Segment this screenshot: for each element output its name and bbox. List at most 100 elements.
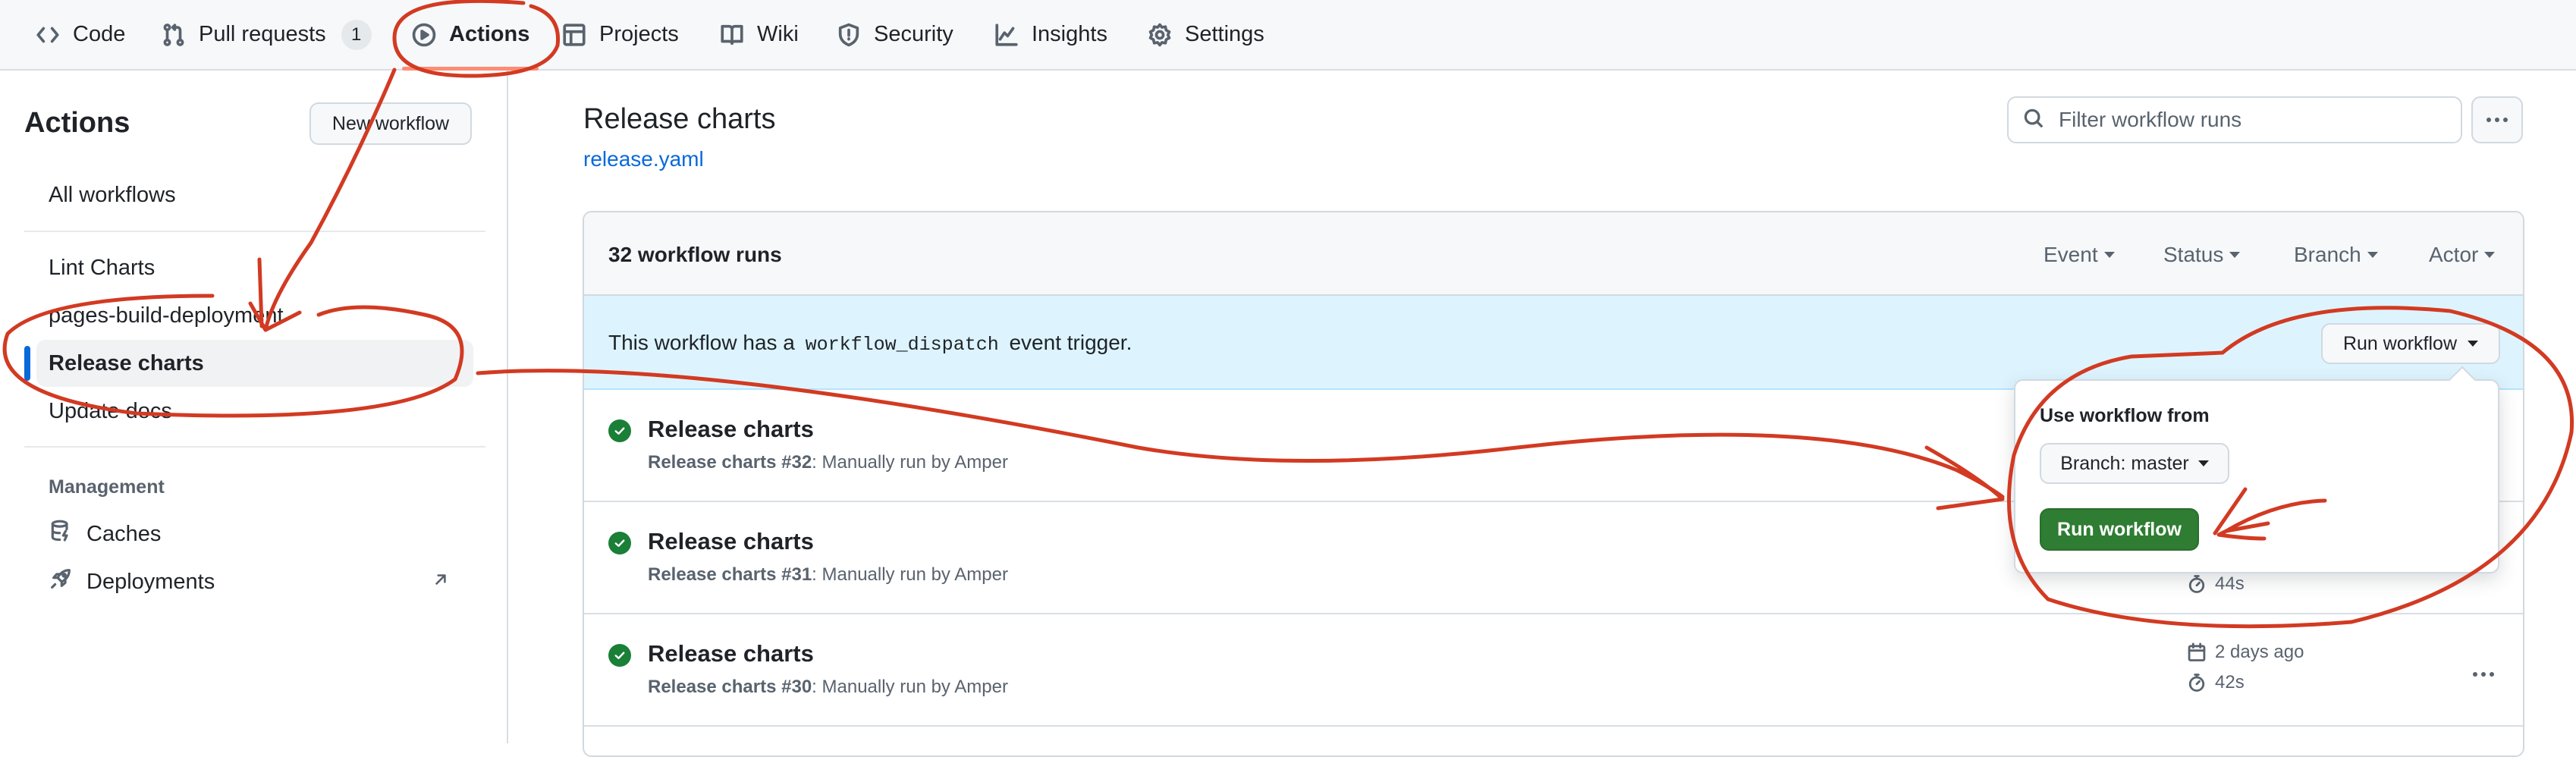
run-duration: 44s: [2186, 573, 2245, 595]
run-detail: : Manually run by Amper: [812, 677, 1008, 697]
table-icon: [561, 22, 587, 48]
use-workflow-from-label: Use workflow from: [2040, 405, 2210, 426]
graph-icon: [994, 22, 1019, 48]
run-detail: : Manually run by Amper: [812, 564, 1008, 585]
kebab-horizontal-icon: [2486, 118, 2491, 122]
sidebar-item-caches[interactable]: Caches: [36, 510, 473, 558]
caret-down-icon: [2229, 252, 2241, 258]
workflow-menu-button[interactable]: [2471, 96, 2523, 143]
sidebar-item-lint-charts[interactable]: Lint Charts: [36, 244, 473, 291]
workflow-title: Release charts: [583, 103, 776, 135]
sidebar-item-update-docs[interactable]: Update docs: [36, 388, 473, 435]
search-icon: [2022, 107, 2045, 133]
kebab-dot: [2481, 672, 2486, 677]
play-icon: [411, 22, 437, 48]
run-workflow-submit-button[interactable]: Run workflow: [2040, 508, 2199, 551]
sidebar-divider: [24, 231, 485, 232]
pull-requests-counter: 1: [341, 19, 372, 50]
run-subtitle: Release charts #30: Manually run by Ampe…: [648, 677, 1008, 698]
tab-label: Insights: [1032, 22, 1107, 46]
git-pull-request-icon: [161, 22, 187, 48]
run-title[interactable]: Release charts: [648, 528, 814, 555]
kebab-dot: [2503, 118, 2508, 122]
tab-settings[interactable]: Settings: [1147, 0, 1264, 69]
runs-count: 32 workflow runs: [608, 243, 782, 266]
stopwatch-icon: [2188, 674, 2205, 692]
tab-actions[interactable]: Actions: [401, 0, 539, 71]
tab-insights[interactable]: Insights: [994, 0, 1107, 69]
rocket-icon: [49, 567, 73, 597]
run-workflow-dropdown-button[interactable]: Run workflow: [2321, 323, 2500, 364]
banner-code: workflow_dispatch: [805, 334, 999, 356]
filter-label: Event: [2044, 243, 2098, 266]
kebab-dot: [2495, 118, 2499, 122]
gear-icon: [1147, 22, 1173, 48]
tab-pull-requests[interactable]: Pull requests 1: [161, 0, 372, 69]
tab-label: Security: [874, 22, 953, 46]
repo-nav: Code Pull requests 1 Actions Projects Wi…: [0, 0, 2576, 71]
caret-down-icon: [2197, 460, 2209, 466]
shield-icon: [836, 22, 862, 48]
sidebar-item-all-workflows[interactable]: All workflows: [36, 171, 473, 218]
workflow-file-link[interactable]: release.yaml: [583, 147, 704, 171]
filter-label: Status: [2163, 243, 2224, 266]
run-number: #32: [781, 452, 812, 473]
run-date: 2 days ago: [2186, 642, 2304, 663]
banner-text-after: event trigger.: [1009, 331, 1132, 354]
success-check-icon: [608, 532, 631, 554]
banner-text-before: This workflow has a: [608, 331, 795, 354]
sidebar-item-release-charts[interactable]: Release charts: [36, 340, 473, 387]
sidebar-item-label: Caches: [86, 521, 162, 546]
run-title[interactable]: Release charts: [648, 416, 814, 443]
run-menu-button[interactable]: [2468, 667, 2499, 681]
run-title[interactable]: Release charts: [648, 640, 814, 667]
run-workflow-popover: Use workflow from Branch: master Run wor…: [2014, 379, 2499, 573]
tab-label: Actions: [449, 22, 530, 46]
sidebar-title: Actions: [24, 107, 130, 139]
tab-projects[interactable]: Projects: [561, 0, 679, 69]
filter-runs-field[interactable]: [2007, 96, 2462, 143]
database-icon: [49, 519, 73, 549]
filter-label: Branch: [2294, 243, 2361, 266]
code-icon: [35, 22, 61, 48]
run-workflow-name: Release charts: [648, 677, 777, 697]
caret-down-icon: [2484, 252, 2496, 258]
run-row[interactable]: Release charts Release charts #30: Manua…: [584, 614, 2523, 727]
tab-code[interactable]: Code: [35, 0, 125, 69]
calendar-icon: [2188, 642, 2206, 661]
success-check-icon: [608, 644, 631, 667]
actions-sidebar: Actions New workflow All workflows Lint …: [0, 71, 508, 743]
run-subtitle: Release charts #31: Manually run by Ampe…: [648, 564, 1008, 586]
caret-down-icon: [2468, 341, 2479, 347]
filter-runs-input[interactable]: [2057, 107, 2452, 133]
caret-down-icon: [2367, 252, 2378, 258]
tab-security[interactable]: Security: [836, 0, 953, 69]
sidebar-item-deployments[interactable]: Deployments: [36, 558, 473, 605]
management-heading: Management: [49, 476, 165, 498]
tab-label: Code: [73, 22, 126, 46]
sidebar-item-pages-build-deployment[interactable]: pages-build-deployment: [36, 292, 473, 339]
new-workflow-button[interactable]: New workflow: [309, 102, 472, 145]
runs-list-header: 32 workflow runs Event Status Branch Act…: [584, 212, 2523, 296]
sidebar-divider: [24, 446, 485, 448]
tab-label: Settings: [1185, 22, 1264, 46]
tab-wiki[interactable]: Wiki: [719, 0, 799, 69]
branch-filter-dropdown[interactable]: Branch: [2294, 243, 2378, 267]
run-number: #31: [781, 564, 812, 585]
status-filter-dropdown[interactable]: Status: [2163, 243, 2241, 267]
button-label: Branch: master: [2060, 452, 2189, 474]
run-duration: 42s: [2186, 672, 2245, 693]
external-link-arrow-icon: [431, 570, 451, 595]
run-workflow-name: Release charts: [648, 452, 777, 473]
branch-select-button[interactable]: Branch: master: [2040, 443, 2229, 484]
book-icon: [719, 22, 745, 48]
event-filter-dropdown[interactable]: Event: [2044, 243, 2115, 267]
date-text: 2 days ago: [2215, 642, 2304, 662]
duration-text: 44s: [2215, 573, 2245, 594]
tab-label: Pull requests: [199, 22, 326, 46]
filter-label: Actor: [2429, 243, 2479, 266]
run-workflow-name: Release charts: [648, 564, 777, 585]
sidebar-item-label: Deployments: [86, 569, 215, 594]
run-number: #30: [781, 677, 812, 697]
actor-filter-dropdown[interactable]: Actor: [2429, 243, 2496, 267]
